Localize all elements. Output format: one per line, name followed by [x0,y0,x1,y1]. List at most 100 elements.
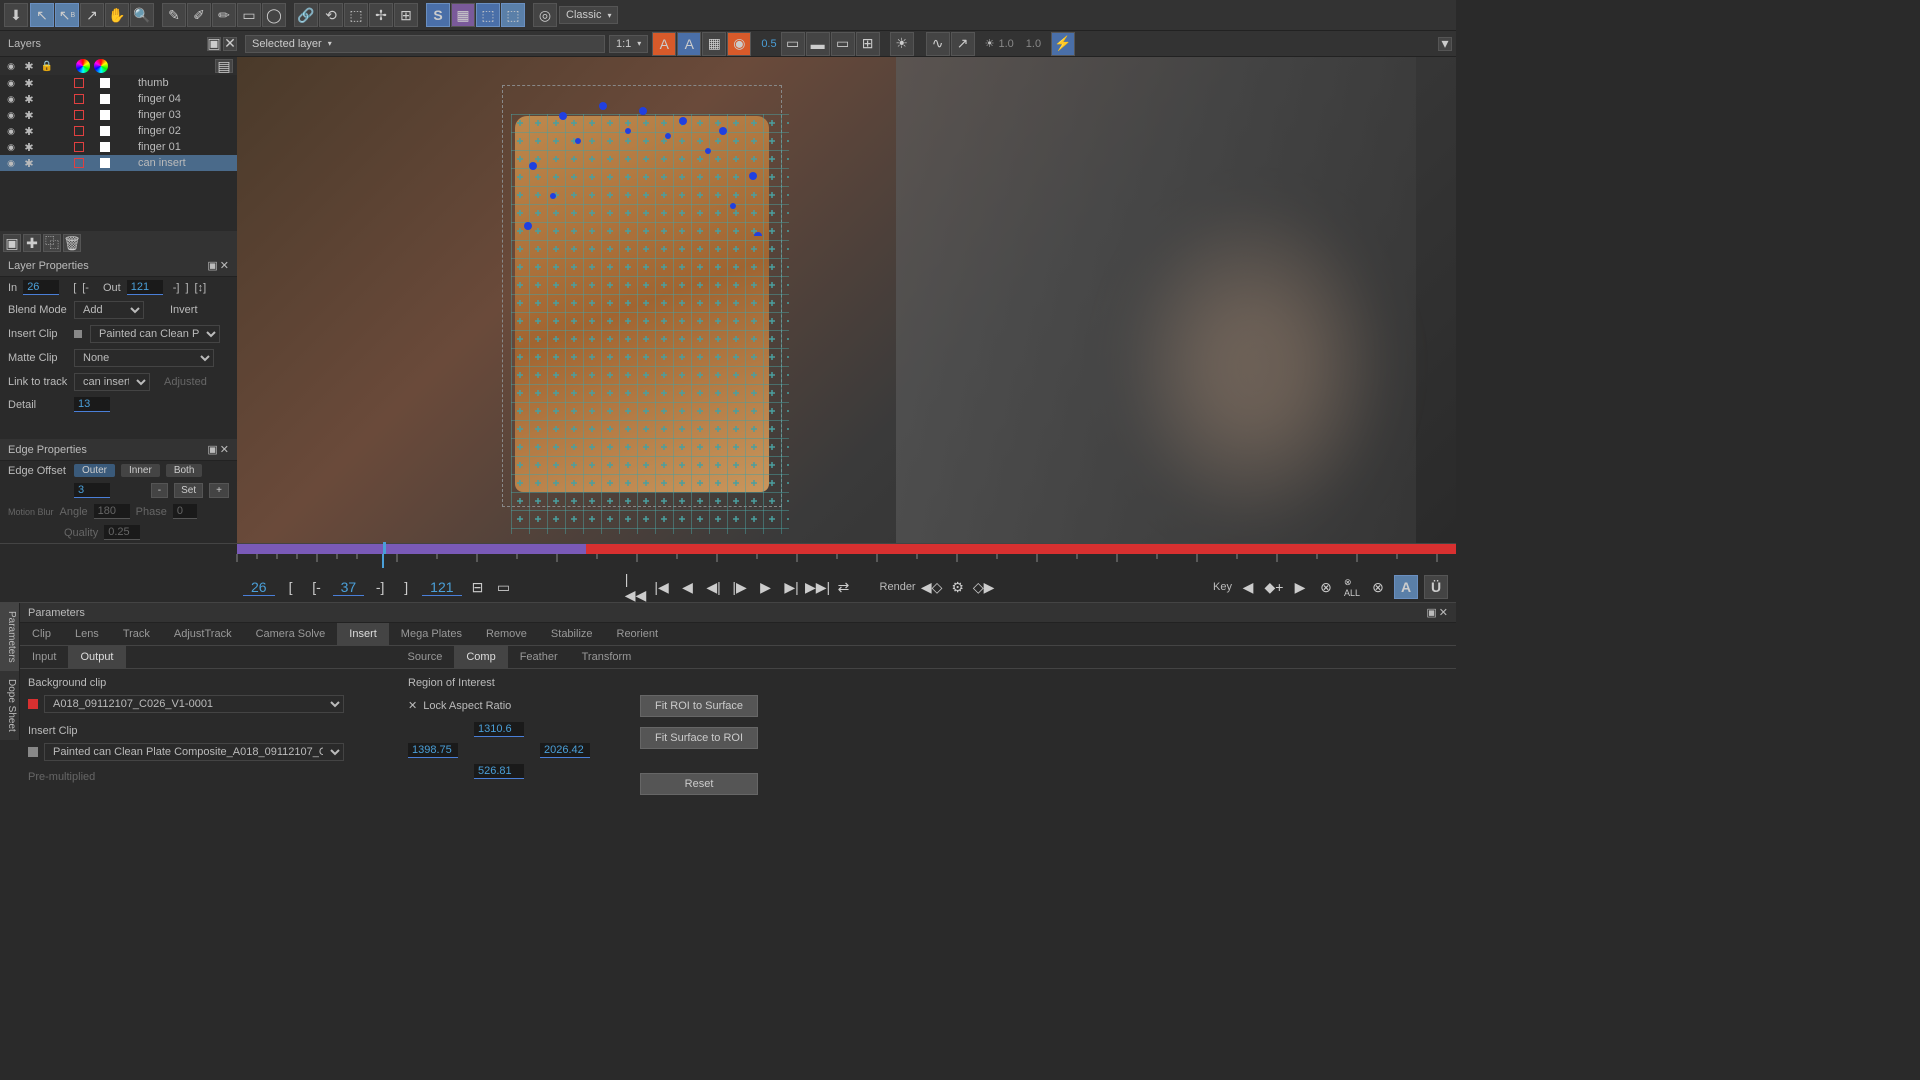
tab-insert[interactable]: Insert [337,623,389,645]
s-tool[interactable]: S [426,3,450,27]
prev-key-icon[interactable]: |◀ [652,577,672,597]
gear-icon[interactable] [22,92,36,106]
bracket-in2-icon[interactable]: [- [82,282,89,294]
autokey-a-icon[interactable]: A [1394,575,1418,599]
delete-layer-icon[interactable]: 🗑 [63,234,81,252]
loop-icon[interactable]: ⇄ [834,577,854,597]
layer-row[interactable]: can insert [0,155,237,171]
layer-row[interactable]: finger 01 [0,139,237,155]
outer-button[interactable]: Outer [74,464,115,477]
dock-icon[interactable]: ▣ [207,259,217,272]
bracket-out-icon[interactable]: -] [173,282,180,294]
play-reverse-icon[interactable]: ◀ [678,577,698,597]
selected-layer-dropdown[interactable]: Selected layer [245,35,605,53]
fit-surface-button[interactable]: Fit Surface to ROI [640,727,758,749]
select-b-tool[interactable]: ↖B [55,3,79,27]
prev-keyframe-icon[interactable]: ◀ [1238,577,1258,597]
bg-clip-select[interactable]: A018_09112107_C026_V1-0001 [44,695,344,713]
matte-clip-select[interactable]: None [74,349,214,367]
add-keyframe-icon[interactable]: ◆+ [1264,577,1284,597]
spline-swatch[interactable] [74,158,84,168]
close-icon[interactable]: ✕ [220,443,229,456]
parameters-side-tab[interactable]: Parameters [0,603,20,671]
plus-button[interactable]: + [209,483,229,498]
subtab-source[interactable]: Source [396,646,455,668]
spline-swatch[interactable] [74,94,84,104]
spline-tool-1[interactable]: ✎ [162,3,186,27]
target-icon[interactable]: ◎ [533,3,557,27]
roi-left-field[interactable] [408,743,458,758]
gamma-value[interactable]: 1.0 [998,38,1013,50]
rotate-tool[interactable]: ⟲ [319,3,343,27]
last-frame-icon[interactable]: ▶▶| [808,577,828,597]
view-icon-4[interactable]: ⊞ [856,32,880,56]
new-layer-icon[interactable]: ✚ [23,234,41,252]
circle-tool[interactable]: ◯ [262,3,286,27]
matte-swatch[interactable] [100,110,110,120]
set-in-icon[interactable]: [ [281,577,301,597]
tab-lens[interactable]: Lens [63,623,111,645]
subtab-output[interactable]: Output [68,646,125,668]
render-settings-icon[interactable]: ⚙ [948,577,968,597]
subtab-input[interactable]: Input [20,646,68,668]
range-reset-icon[interactable]: ⊟ [468,577,488,597]
move-tool[interactable]: ✢ [369,3,393,27]
insert-clip-select[interactable]: Painted can Clean Pla [90,325,220,343]
next-keyframe-icon[interactable]: ▶ [1290,577,1310,597]
set-in-minus-icon[interactable]: [- [307,577,327,597]
in-field[interactable] [23,280,59,295]
matte-swatch[interactable] [100,78,110,88]
gear-icon[interactable] [22,108,36,122]
minus-button[interactable]: - [151,483,168,498]
gain-value[interactable]: 1.0 [1026,38,1041,50]
grid-tool[interactable]: ⊞ [394,3,418,27]
out-field[interactable] [127,280,163,295]
layer-row[interactable]: thumb [0,75,237,91]
spline-swatch[interactable] [74,142,84,152]
in-frame-display[interactable]: 26 [243,579,275,596]
subtab-transform[interactable]: Transform [570,646,644,668]
visibility-column-icon[interactable] [4,59,18,73]
invert-button[interactable]: Invert [170,304,198,316]
bracket-toggle-icon[interactable]: [↕] [195,282,207,294]
view-icon-2[interactable]: ▬ [806,32,830,56]
zoom-tool[interactable]: 🔍 [130,3,154,27]
tab-clip[interactable]: Clip [20,623,63,645]
tab-track[interactable]: Track [111,623,162,645]
matte-swatch[interactable] [100,126,110,136]
hand-tool[interactable]: ✋ [105,3,129,27]
save-icon[interactable]: ⬇ [4,3,28,27]
remove-key-icon[interactable]: ⊗ [1316,577,1336,597]
viewer[interactable] [237,57,1456,543]
spline-tool-2[interactable]: ✐ [187,3,211,27]
reset-button[interactable]: Reset [640,773,758,795]
set-out-icon[interactable]: ] [396,577,416,597]
inner-button[interactable]: Inner [121,464,160,477]
tab-adjusttrack[interactable]: AdjustTrack [162,623,244,645]
spline-swatch[interactable] [74,78,84,88]
opacity-value[interactable]: 0.5 [761,38,776,50]
matte-color-icon[interactable] [94,59,108,73]
eye-icon[interactable] [4,92,18,106]
zoom-dropdown[interactable]: 1:1 [609,35,648,53]
dock-icon[interactable]: ▣ [1426,606,1436,619]
dope-sheet-side-tab[interactable]: Dope Sheet [0,671,20,740]
step-back-icon[interactable]: ◀| [704,577,724,597]
roi-bounds[interactable] [502,85,782,507]
roi-top-field[interactable] [474,722,524,737]
close-icon[interactable]: ✕ [220,259,229,272]
channel-icon-1[interactable]: ▦ [702,32,726,56]
both-button[interactable]: Both [166,464,203,477]
curve-icon-1[interactable]: ∿ [926,32,950,56]
link-tool[interactable]: 🔗 [294,3,318,27]
dock-icon[interactable]: ▣ [207,443,217,456]
spline-swatch[interactable] [74,110,84,120]
eye-icon[interactable] [4,76,18,90]
lock-aspect-close-icon[interactable]: ✕ [408,699,417,712]
set-button[interactable]: Set [174,483,203,498]
spline-color-icon[interactable] [76,59,90,73]
viewer-menu-icon[interactable]: ▾ [1438,37,1452,51]
roi-right-field[interactable] [540,743,590,758]
tab-camerasolve[interactable]: Camera Solve [244,623,338,645]
bracket-out2-icon[interactable]: ] [185,282,188,294]
